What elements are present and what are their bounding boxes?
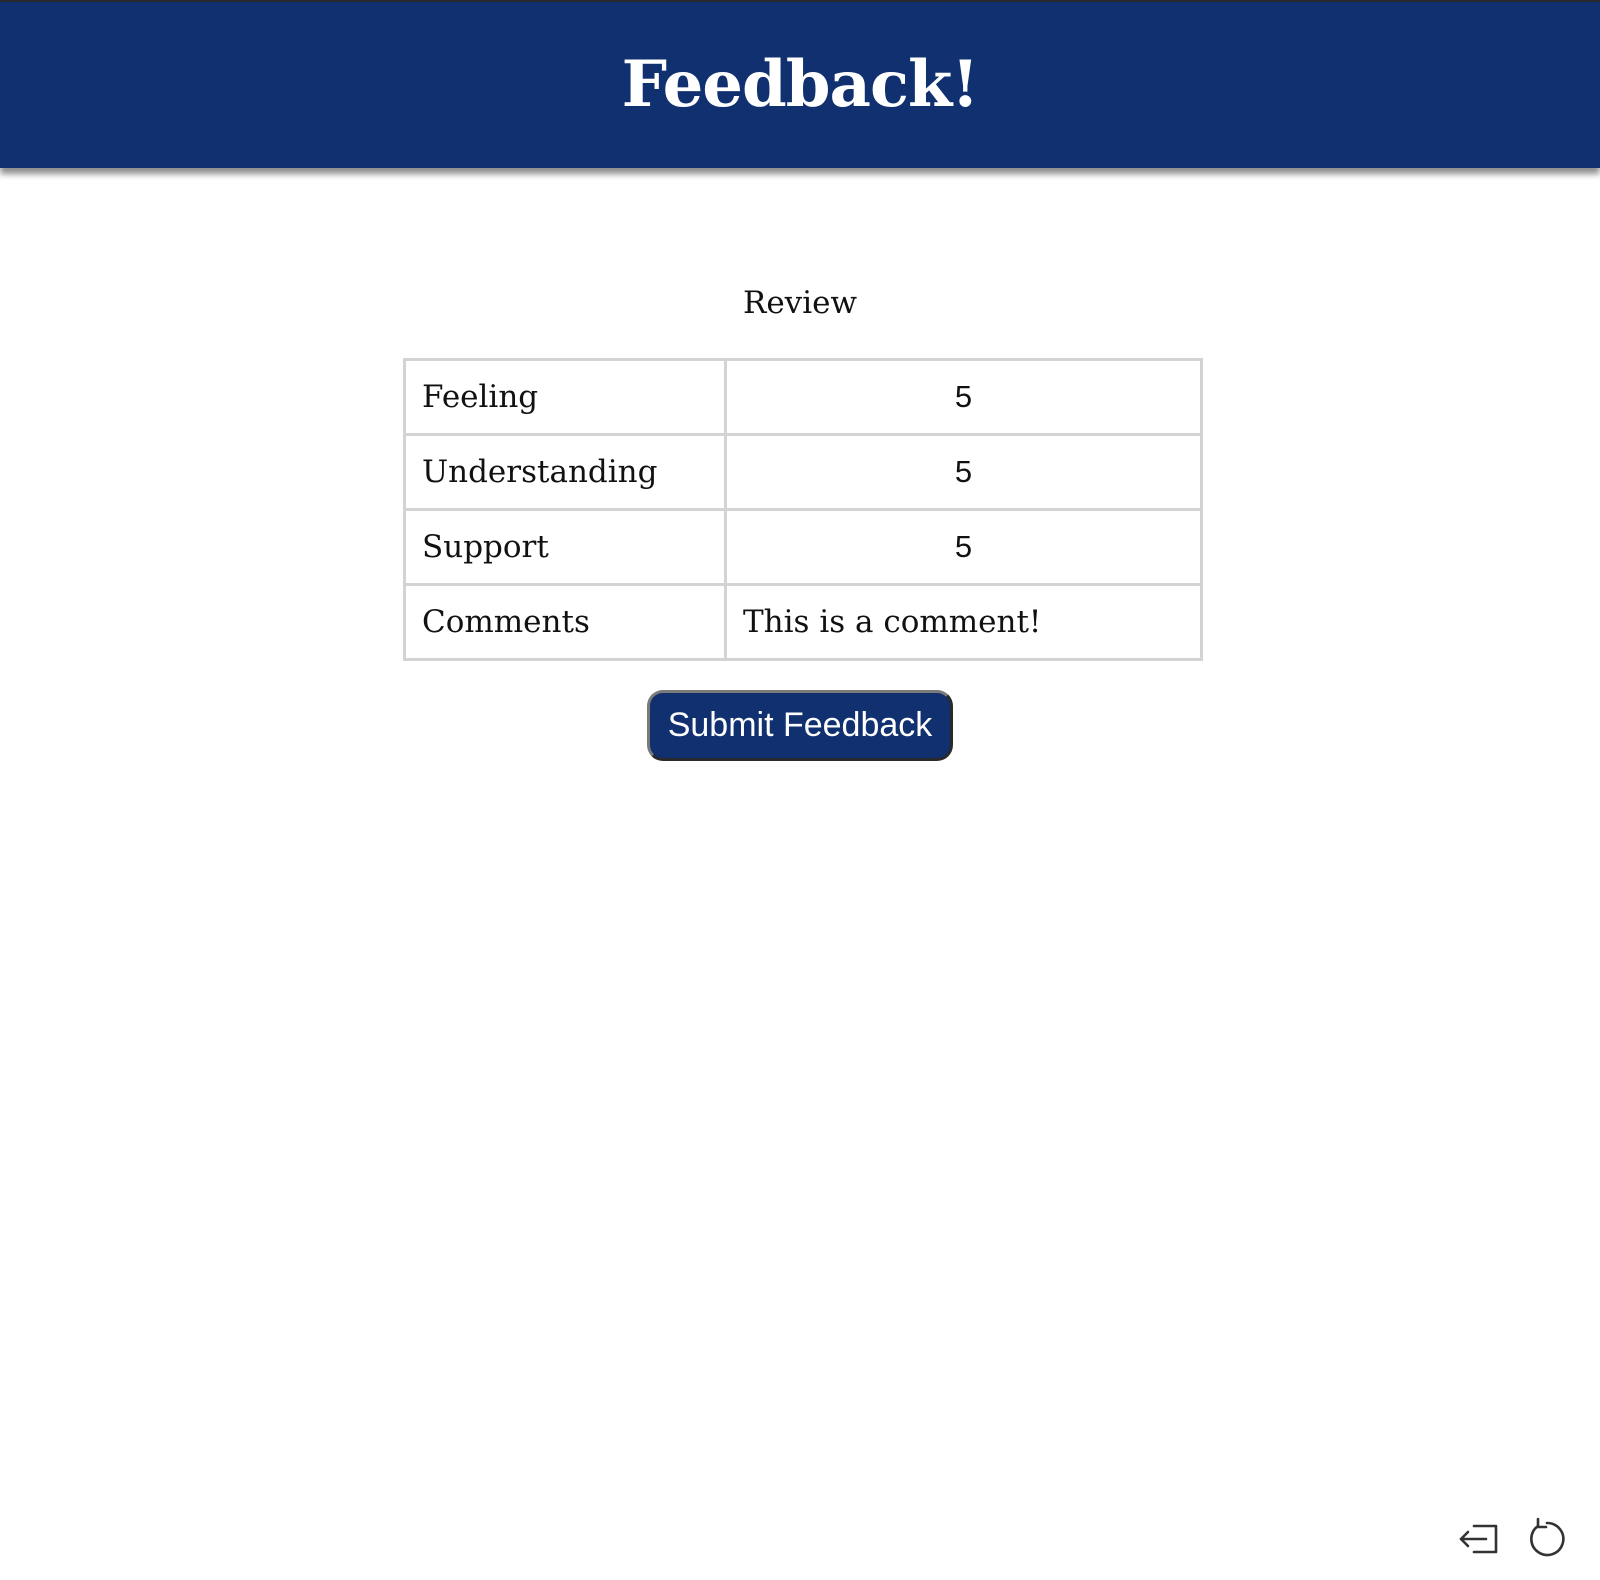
review-table: Feeling 5 Understanding 5 Support 5 Comm… — [403, 358, 1203, 661]
page-title: Feedback! — [621, 47, 980, 122]
refresh-icon[interactable] — [1524, 1516, 1570, 1562]
submit-container: Submit Feedback — [0, 690, 1600, 761]
row-value-support: 5 — [724, 508, 1203, 586]
corner-controls — [1456, 1516, 1570, 1562]
submit-feedback-button[interactable]: Submit Feedback — [646, 690, 954, 761]
row-label-comments: Comments — [403, 583, 727, 661]
exit-icon[interactable] — [1456, 1516, 1502, 1562]
row-label-support: Support — [403, 508, 727, 586]
table-row: Feeling 5 — [403, 358, 1203, 436]
page-header: Feedback! — [0, 2, 1600, 168]
row-value-comments: This is a comment! — [724, 583, 1203, 661]
row-value-feeling: 5 — [724, 358, 1203, 436]
review-heading: Review — [743, 285, 857, 321]
row-label-feeling: Feeling — [403, 358, 727, 436]
table-row: Comments This is a comment! — [403, 583, 1203, 661]
table-row: Support 5 — [403, 508, 1203, 586]
row-label-understanding: Understanding — [403, 433, 727, 511]
row-value-understanding: 5 — [724, 433, 1203, 511]
table-row: Understanding 5 — [403, 433, 1203, 511]
